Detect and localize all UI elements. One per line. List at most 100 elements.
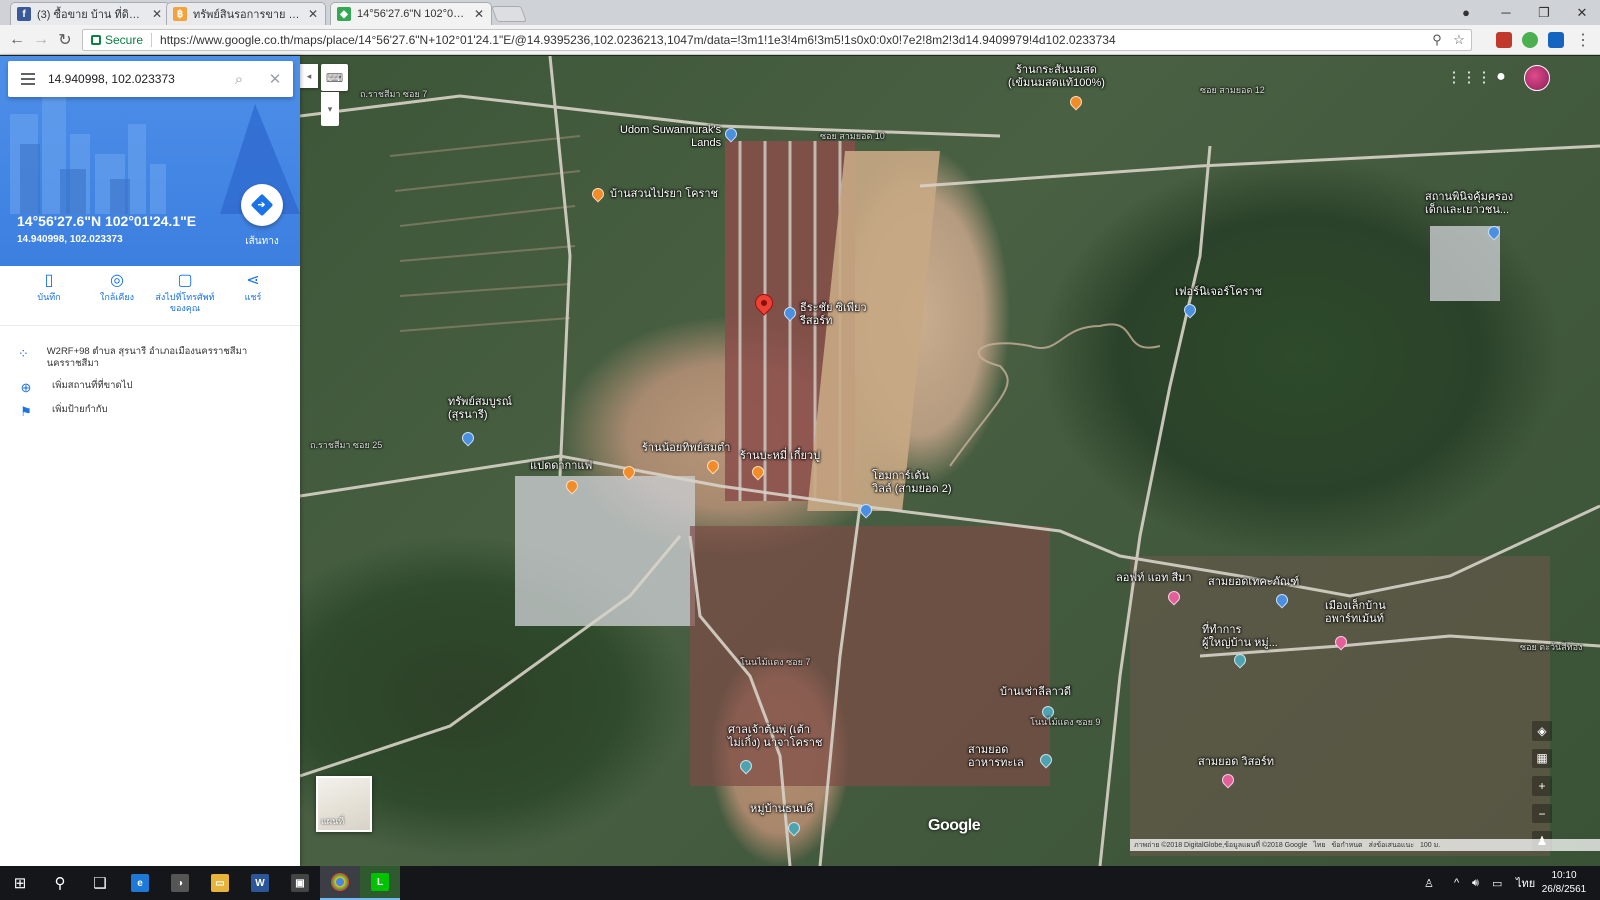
zoom-icon[interactable]: ⚲	[1429, 32, 1445, 48]
add-label-row[interactable]: ⚑ เพิ่มป้ายกำกับ	[0, 404, 300, 420]
add-missing-place-row[interactable]: ⊕ เพิ่มสถานที่ที่ขาดไป	[0, 380, 300, 396]
poi-label-sap[interactable]: ทรัพย์สมบูรณ์ (สุรนารี)	[448, 396, 512, 422]
road-label: ซอย ตะวันสีทอง	[1520, 642, 1583, 652]
poi-label-muang[interactable]: เมืองเล็กบ้าน อพาร์ทเม้นท์	[1325, 600, 1386, 626]
browser-tab-bank[interactable]: ฿ ทรัพย์สินรอการขาย ธนาคาร ✕	[166, 2, 326, 25]
poi-label-samyod-tech[interactable]: สามยอดเทคะภัณฑ์	[1208, 576, 1299, 589]
poi-label-home-garden[interactable]: โฮมการ์เด้น วิลล์ (สามยอด 2)	[872, 470, 952, 496]
language-link[interactable]: ไทย	[1313, 840, 1325, 851]
pdf-extension-icon[interactable]	[1496, 32, 1512, 48]
plus-code-icon: ⁘	[17, 346, 29, 361]
zoom-in-button[interactable]: +	[1532, 776, 1552, 796]
notifications-icon[interactable]: ●	[1490, 66, 1512, 88]
show-hidden-icons[interactable]: ^	[1454, 866, 1459, 900]
poi-label-coffee[interactable]: แปดดากาแฟ	[530, 460, 592, 473]
feedback-link[interactable]: ส่งข้อเสนอแนะ	[1369, 840, 1414, 851]
nearby-icon: ◎	[110, 272, 124, 289]
people-icon[interactable]: ♙	[1424, 866, 1434, 900]
windows-start-icon[interactable]: ⊞	[0, 866, 40, 900]
poi-label-banswan[interactable]: บ้านสวนไปรยา โคราช	[610, 188, 718, 201]
map-controls: ◈ ▦ + − ♟	[1530, 721, 1554, 851]
search-icon[interactable]: ⌕	[221, 61, 257, 97]
poi-label-rinchai[interactable]: ธีระชัย ซิเพียว รีสอร์ท	[800, 302, 867, 328]
close-tab-icon[interactable]: ✕	[307, 7, 319, 21]
poi-label-sathan[interactable]: สถานพินิจคุ้มครอง เด็กและเยาวชน...	[1425, 191, 1513, 217]
input-tools-dropdown[interactable]: ▾	[321, 92, 339, 126]
search-box[interactable]: ⌕ ✕	[8, 61, 293, 97]
browser-tab-facebook[interactable]: f (3) ซื้อขาย บ้าน ที่ดิน คอนโด ✕	[10, 2, 170, 25]
directions-button[interactable]: ➔	[241, 184, 283, 226]
poi-label-samyod-vis[interactable]: สามยอด วิสอร์ท	[1198, 756, 1274, 769]
imagery-credit: ภาพถ่าย ©2018 DigitalGlobe,ข้อมูลแผนที่ …	[1134, 841, 1308, 849]
clear-search-icon[interactable]: ✕	[257, 61, 293, 97]
poi-label-furniture[interactable]: เฟอร์นิเจอร์โคราช	[1175, 286, 1262, 299]
nearby-label: ใกล้เคียง	[99, 292, 135, 302]
nearby-button[interactable]: ◎ ใกล้เคียง	[84, 268, 150, 303]
poi-label-ran-noi[interactable]: ร้านน้อยทิพย์สมตำ	[642, 442, 730, 455]
poi-label-ran-kuay[interactable]: ร้านบะหมี่ เกี๋ยวปู	[740, 450, 820, 463]
browser-tab-bar: f (3) ซื้อขาย บ้าน ที่ดิน คอนโด ✕ ฿ ทรัพ…	[0, 0, 1600, 25]
extension-icon[interactable]	[1522, 32, 1538, 48]
add-missing-place-text: เพิ่มสถานที่ที่ขาดไป	[52, 380, 133, 391]
poi-label-udom[interactable]: Udom Suwannurak's Lands	[620, 124, 721, 150]
photos-icon[interactable]: ◑	[160, 866, 200, 900]
input-language[interactable]: ไทย	[1516, 866, 1535, 900]
share-button[interactable]: ⋖ แชร์	[220, 268, 286, 303]
forward-button[interactable]: →	[30, 29, 52, 51]
chrome-menu-icon[interactable]: ⋮	[1572, 29, 1594, 51]
zoom-out-button[interactable]: −	[1532, 803, 1552, 824]
place-title: 14°56'27.6"N 102°01'24.1"E	[17, 213, 197, 229]
poi-label-samyod-market[interactable]: สามยอด อาหารทะเล	[968, 744, 1024, 770]
restore-button[interactable]: ❐	[1526, 0, 1562, 25]
close-tab-icon[interactable]: ✕	[151, 7, 163, 21]
word-icon[interactable]: W	[240, 866, 280, 900]
edge-icon[interactable]: e	[120, 866, 160, 900]
close-tab-icon[interactable]: ✕	[473, 7, 485, 21]
back-button[interactable]: ←	[6, 29, 28, 51]
system-clock[interactable]: 10:10 26/8/2561	[1534, 869, 1594, 897]
poi-label-sanchao[interactable]: ศาลเจ้าต้นพุ่ (เต้า ไม่เกิ้ง) นาจาโคราช	[728, 724, 822, 750]
satellite-map[interactable]: ◂ ⌨ ▾ ⋮⋮⋮ ● Udom Suwannurak's Lands บ้านส…	[300, 56, 1600, 866]
bookmark-star-icon[interactable]: ☆	[1451, 32, 1467, 48]
search-extension-icon[interactable]	[1548, 32, 1564, 48]
compass-icon[interactable]: ◈	[1532, 721, 1552, 741]
url-text[interactable]: https://www.google.co.th/maps/place/14°5…	[152, 33, 1116, 47]
profile-icon[interactable]: ●	[1448, 0, 1484, 25]
new-tab-button[interactable]	[491, 6, 527, 22]
bookmark-icon: ▯	[44, 272, 54, 289]
search-icon[interactable]: ⚲	[40, 866, 80, 900]
browser-tab-maps[interactable]: ◆ 14°56'27.6"N 102°01'24.1 ✕	[330, 2, 492, 25]
store-icon[interactable]: ▣	[280, 866, 320, 900]
address-bar[interactable]: Secure https://www.google.co.th/maps/pla…	[82, 29, 1472, 51]
poi-label-mubaan[interactable]: หมู่บ้านธนบดี	[750, 803, 814, 816]
close-window-button[interactable]: ✕	[1564, 0, 1600, 25]
map-type-toggle[interactable]: แผนที่	[316, 776, 372, 832]
terms-link[interactable]: ข้อกำหนด	[1331, 840, 1362, 851]
scale-label[interactable]: 100 ม.	[1420, 840, 1440, 851]
place-coordinates: 14.940998, 102.023373	[17, 234, 123, 245]
poi-label-tipa[interactable]: ที่ทำการ ผู้ใหญ่บ้าน หมู่...	[1202, 624, 1278, 650]
send-to-phone-button[interactable]: ▢ ส่งไปที่โทรศัพท์ของคุณ	[152, 268, 218, 314]
apps-grid-icon[interactable]: ⋮⋮⋮	[1447, 66, 1492, 88]
chrome-icon[interactable]	[320, 866, 360, 900]
minimize-button[interactable]: ─	[1488, 0, 1524, 25]
poi-label-ban-chao[interactable]: บ้านเช่าลีลาวดี	[1000, 686, 1071, 699]
reload-button[interactable]: ↻	[54, 29, 76, 51]
hamburger-menu-icon[interactable]	[8, 61, 48, 97]
collapse-panel-button[interactable]: ◂	[300, 64, 318, 88]
plus-code-row[interactable]: ⁘ W2RF+98 ตำบล สุรนารี อำเภอเมืองนครราชส…	[0, 346, 300, 370]
poi-label-shop-top[interactable]: ร้านกระสันนมสด (เข้มนมสดแท้100%)	[1008, 64, 1105, 90]
search-input[interactable]	[48, 61, 221, 97]
share-icon: ⋖	[246, 272, 260, 289]
map-3d-icon[interactable]: ▦	[1532, 748, 1552, 769]
volume-icon[interactable]: 🔊︎	[1472, 866, 1479, 900]
line-icon[interactable]: L	[360, 866, 400, 900]
avatar[interactable]	[1524, 65, 1550, 91]
network-icon[interactable]: ▭	[1492, 866, 1502, 900]
directions-label: เส้นทาง	[245, 236, 279, 247]
keyboard-icon[interactable]: ⌨	[321, 64, 348, 91]
poi-label-lof[interactable]: ลอฟท์ แอท สีมา	[1116, 572, 1192, 585]
file-explorer-icon[interactable]: ▭	[200, 866, 240, 900]
save-button[interactable]: ▯ บันทึก	[16, 268, 82, 303]
task-view-icon[interactable]: ❑	[80, 866, 120, 900]
